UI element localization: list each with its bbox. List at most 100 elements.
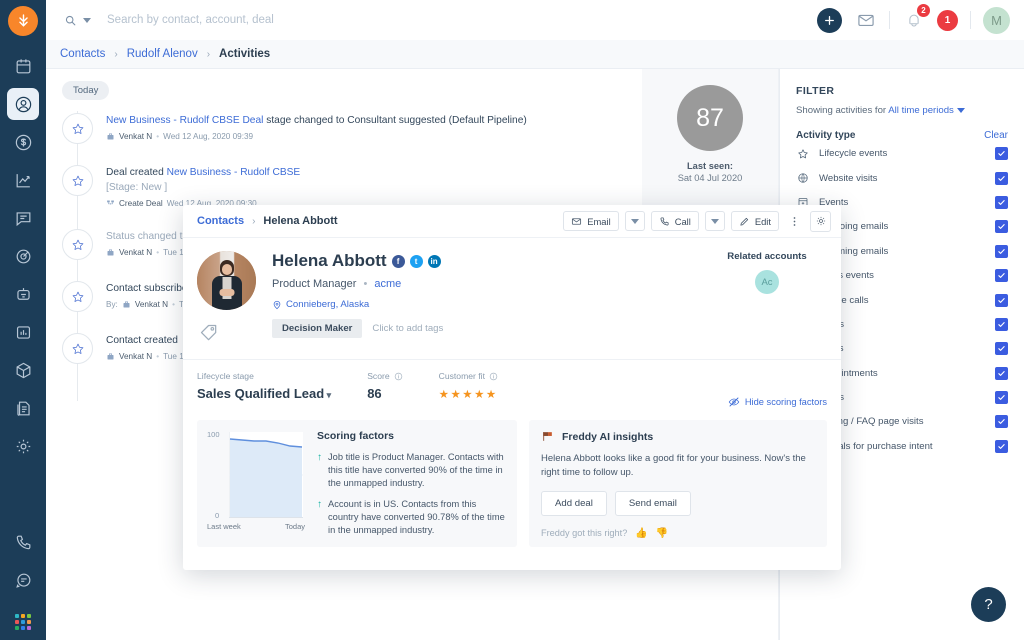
lifecycle-stage-stat: Lifecycle stage Sales Qualified Lead ▾	[197, 371, 331, 401]
timeline-meta-sep: •	[156, 132, 159, 141]
email-button[interactable]: Email	[563, 211, 618, 231]
filter-checkbox[interactable]	[995, 367, 1008, 380]
timeline-entry-link[interactable]: New Business - Rudolf CBSE Deal	[106, 115, 263, 126]
contact-tags: Decision Maker Click to add tags	[272, 319, 707, 338]
filter-checkbox[interactable]	[995, 269, 1008, 282]
more-options-button[interactable]	[785, 211, 804, 231]
breadcrumb: Contacts › Rudolf Alenov › Activities	[46, 40, 1024, 69]
help-button[interactable]: ?	[971, 587, 1006, 622]
sidebar-item-bot[interactable]	[7, 278, 39, 310]
info-icon[interactable]	[489, 372, 498, 381]
sidebar-item-documents[interactable]	[7, 392, 39, 424]
filter-checkbox[interactable]	[995, 294, 1008, 307]
filter-checkbox[interactable]	[995, 147, 1008, 160]
sidebar-item-products[interactable]	[7, 354, 39, 386]
email-dropdown-button[interactable]	[625, 211, 645, 231]
timeline-entry[interactable]: New Business - Rudolf CBSE Deal stage ch…	[62, 113, 622, 141]
tag-chip[interactable]: Decision Maker	[272, 319, 362, 338]
contact-company-link[interactable]: acme	[374, 278, 401, 290]
filter-checkbox[interactable]	[995, 318, 1008, 331]
card-action-bar: Email Call Edit	[563, 211, 831, 232]
edit-button-label: Edit	[755, 216, 771, 227]
related-account-avatar[interactable]: Ac	[755, 270, 779, 294]
thumbs-down-icon[interactable]: 👎	[656, 528, 668, 539]
page-title: Helena Abbott	[272, 251, 387, 271]
card-settings-button[interactable]	[810, 211, 831, 232]
notifications-button[interactable]: 2	[902, 9, 925, 32]
related-accounts-title: Related accounts	[707, 251, 827, 262]
timeline-entry[interactable]: Deal created New Business - Rudolf CBSE …	[62, 165, 622, 208]
arrow-up-icon: ↑	[317, 451, 322, 489]
sidebar-item-calendar[interactable]	[7, 50, 39, 82]
filter-period-select[interactable]: All time periods	[888, 105, 954, 116]
twitter-icon[interactable]: t	[410, 255, 423, 268]
sidebar-item-phone[interactable]	[7, 526, 39, 558]
filter-checkbox[interactable]	[995, 391, 1008, 404]
filter-checkbox[interactable]	[995, 440, 1008, 453]
chart-y-min-label: 0	[215, 511, 219, 520]
lifecycle-stage-value[interactable]: Sales Qualified Lead ▾	[197, 386, 331, 401]
filter-checkbox[interactable]	[995, 245, 1008, 258]
star-icon	[62, 333, 93, 364]
score-trend-svg	[229, 432, 303, 518]
sidebar-item-settings[interactable]	[7, 430, 39, 462]
card-breadcrumb-contacts[interactable]: Contacts	[197, 215, 244, 227]
call-dropdown-button[interactable]	[705, 211, 725, 231]
lifecycle-stage-label: Lifecycle stage	[197, 371, 331, 381]
sidebar-item-conversations[interactable]	[7, 202, 39, 234]
timeline-meta-sep: •	[172, 300, 175, 309]
facebook-icon[interactable]: f	[392, 255, 405, 268]
sidebar-item-deals[interactable]	[7, 126, 39, 158]
thumbs-up-icon[interactable]: 👍	[635, 528, 647, 539]
card-header: Contacts › Helena Abbott Email Call	[183, 205, 841, 238]
sidebar-item-chat[interactable]	[7, 564, 39, 596]
send-email-button[interactable]: Send email	[615, 491, 691, 516]
envelope-icon	[856, 10, 876, 30]
eye-slash-icon	[728, 396, 740, 408]
sidebar-item-goals[interactable]	[7, 240, 39, 272]
filter-checkbox[interactable]	[995, 415, 1008, 428]
tag-icon	[199, 323, 219, 343]
apps-grid-icon[interactable]	[15, 614, 31, 630]
sidebar-item-contacts[interactable]	[7, 88, 39, 120]
edit-button[interactable]: Edit	[731, 211, 779, 231]
filter-checkbox[interactable]	[995, 196, 1008, 209]
global-search[interactable]	[64, 14, 407, 27]
search-input[interactable]	[107, 14, 407, 26]
filter-checkbox[interactable]	[995, 342, 1008, 355]
call-button[interactable]: Call	[651, 211, 699, 231]
contact-location[interactable]: Connieberg, Alaska	[272, 299, 707, 310]
filter-period-chevron-down-icon[interactable]	[957, 108, 965, 113]
chart-x-left-label: Last week	[207, 522, 241, 531]
linkedin-icon[interactable]: in	[428, 255, 441, 268]
role-separator: •	[363, 278, 367, 290]
filter-checkbox[interactable]	[995, 172, 1008, 185]
add-tag-hint[interactable]: Click to add tags	[372, 323, 443, 334]
scoring-factors-panel: 100 0 Last week Today Scoring	[197, 420, 517, 547]
app-logo[interactable]	[8, 6, 38, 36]
filter-row-website-visits[interactable]: Website visits	[796, 166, 1008, 189]
timeline-entry-link[interactable]: New Business - Rudolf CBSE	[167, 167, 301, 178]
search-scope-chevron-down-icon[interactable]	[83, 18, 91, 23]
breadcrumb-contact-name[interactable]: Rudolf Alenov	[127, 48, 198, 60]
hide-scoring-factors-link[interactable]: Hide scoring factors	[728, 396, 827, 408]
filter-row-lifecycle-events[interactable]: Lifecycle events	[796, 142, 1008, 165]
sidebar-item-analytics[interactable]	[7, 316, 39, 348]
add-new-button[interactable]	[817, 8, 842, 33]
user-badge-icon	[122, 300, 131, 309]
sidebar-item-reports[interactable]	[7, 164, 39, 196]
avatar[interactable]: M	[983, 7, 1010, 34]
toolbar-divider-2	[970, 11, 971, 29]
breadcrumb-contacts[interactable]: Contacts	[60, 48, 105, 60]
plus-icon	[823, 14, 836, 27]
timeline-entry-body: New Business - Rudolf CBSE Deal stage ch…	[106, 113, 622, 141]
filter-checkbox[interactable]	[995, 220, 1008, 233]
timeline-entry-stage: [Stage: New ]	[106, 182, 167, 193]
filter-clear-button[interactable]: Clear	[984, 130, 1008, 141]
info-icon[interactable]	[394, 372, 403, 381]
add-deal-button[interactable]: Add deal	[541, 491, 607, 516]
compose-email-button[interactable]	[854, 9, 877, 32]
contact-location-label: Connieberg, Alaska	[286, 299, 369, 310]
alerts-badge-button[interactable]: 1	[937, 10, 958, 31]
timeline-entry-byprefix: By:	[106, 300, 118, 309]
